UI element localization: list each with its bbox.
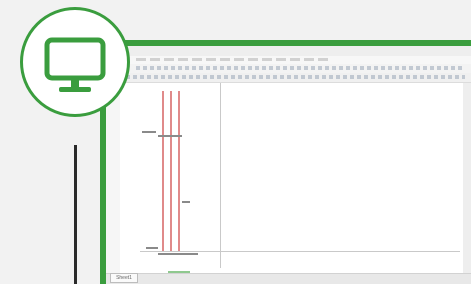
schematic-breaker-symbol xyxy=(158,135,182,137)
schematic-breaker-label xyxy=(142,131,156,133)
schematic-wire-l3 xyxy=(178,91,180,251)
drawing-canvas[interactable] xyxy=(120,83,463,279)
schematic-contactor-label xyxy=(182,201,190,203)
schematic-wire-l1 xyxy=(162,91,164,251)
status-bar: Sheet1 xyxy=(106,273,471,284)
toolbar-primary[interactable] xyxy=(106,64,471,73)
menu-bar[interactable] xyxy=(106,56,471,64)
sheet-tab[interactable]: Sheet1 xyxy=(110,273,138,283)
schematic-terminal-strip xyxy=(158,253,198,255)
schematic-terminal-label xyxy=(146,247,158,249)
schematic-wire-l2 xyxy=(170,91,172,251)
monitor-badge xyxy=(20,7,130,117)
connector-line xyxy=(74,145,77,284)
monitor-icon xyxy=(44,37,106,92)
toolbar-secondary[interactable] xyxy=(106,73,471,83)
schematic-column-divider xyxy=(220,83,221,268)
cad-app-window: Sheet1 xyxy=(106,46,471,284)
vertical-scrollbar[interactable] xyxy=(463,83,471,274)
schematic-bottom-rule xyxy=(140,251,460,252)
